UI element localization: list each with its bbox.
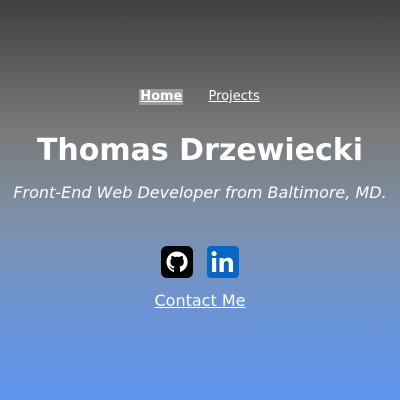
social-links bbox=[0, 246, 400, 278]
contact-section: Contact Me bbox=[0, 291, 400, 311]
top-nav: Home Projects bbox=[0, 89, 400, 105]
github-link[interactable] bbox=[161, 246, 193, 278]
linkedin-icon bbox=[207, 246, 239, 278]
page-title: Thomas Drzewiecki bbox=[36, 133, 364, 168]
nav-home-link[interactable]: Home bbox=[139, 89, 184, 105]
tagline: Front-End Web Developer from Baltimore, … bbox=[13, 183, 387, 202]
nav-projects-link[interactable]: Projects bbox=[208, 89, 261, 105]
contact-me-link[interactable]: Contact Me bbox=[155, 291, 246, 310]
linkedin-link[interactable] bbox=[207, 246, 239, 278]
github-icon bbox=[161, 246, 193, 278]
